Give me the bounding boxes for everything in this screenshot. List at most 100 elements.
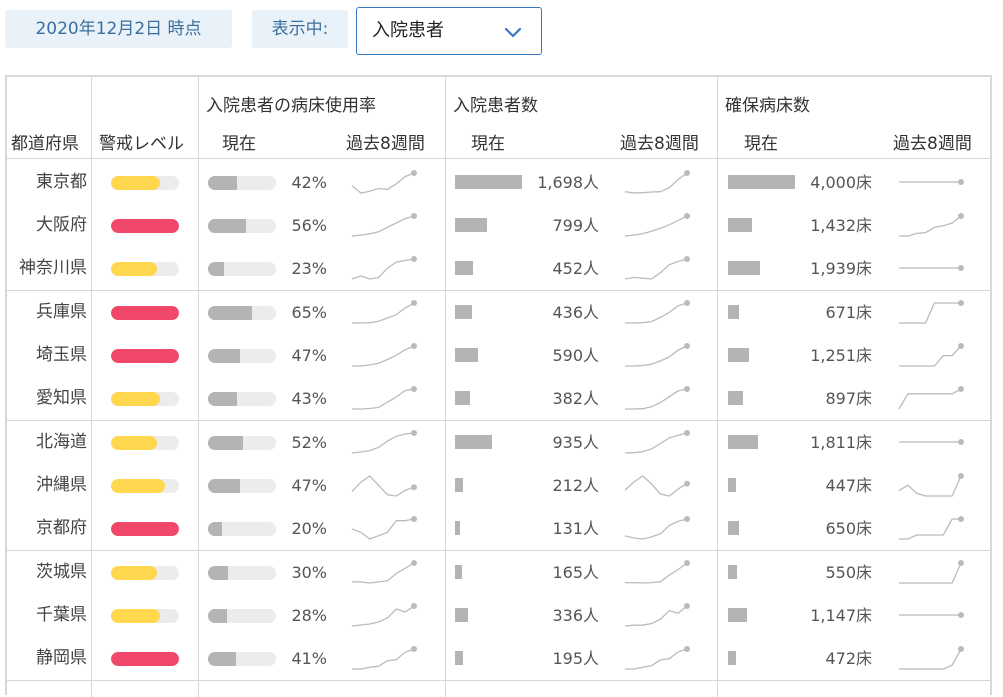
sparkline-endpoint [958,612,964,618]
patients-bar [455,175,522,189]
sparkline-path [899,562,962,584]
table-row[interactable]: 神奈川県 23% 452人 1,939床 [7,247,990,290]
beds-bar [728,261,761,275]
sparkline-endpoint [411,560,417,566]
bed-usage-value: 28% [291,606,327,625]
sparkline-endpoint [958,439,964,445]
bed-usage-bar [208,436,276,450]
sparkline-endpoint [684,646,690,652]
table-row[interactable]: 埼玉県 47% 590人 1,251床 [7,334,990,377]
sparkline-endpoint [411,516,417,522]
patients-bar [455,478,464,492]
col-header-patients-current[interactable]: 現在 [471,129,505,154]
usage-sparkline [351,516,417,540]
alert-level-indicator [111,436,179,450]
beds-sparkline [899,300,964,324]
bed-usage-fill [208,392,238,406]
alert-level-indicator [111,522,179,536]
col-group-beds: 確保病床数 [725,96,810,116]
col-header-usage-current[interactable]: 現在 [222,129,256,154]
sparkline-path [625,562,688,584]
prefecture-table: 都道府県 警戒レベル 入院患者の病床使用率 現在 過去8週間 入院患者数 現在 … [5,75,992,697]
prefecture-name: 兵庫県 [36,302,87,322]
sparkline-path [352,302,415,324]
sparkline-endpoint [411,646,417,652]
sparkline-endpoint [958,343,964,349]
beds-value: 897床 [825,389,872,408]
col-header-beds-past8[interactable]: 過去8週間 [893,129,972,154]
display-select[interactable]: 入院患者 [356,7,542,55]
sparkline-endpoint [684,343,690,349]
prefecture-name: 埼玉県 [36,345,87,365]
col-header-beds-current[interactable]: 現在 [744,129,778,154]
sparkline-path [351,475,415,497]
usage-sparkline [351,256,417,280]
alert-level-indicator [111,306,179,320]
sparkline-path [624,172,688,194]
table-row[interactable]: 京都府 20% 131人 650床 [7,507,990,550]
alert-level-fill [111,566,158,580]
sparkline-path [899,648,962,670]
prefecture-name: 愛知県 [36,388,87,408]
patients-sparkline [624,256,690,280]
table-row[interactable]: 千葉県 28% 336人 1,147床 [7,594,990,637]
sparkline-path [899,302,961,324]
usage-sparkline [351,603,417,627]
bed-usage-value: 41% [291,649,327,668]
beds-bar [728,305,740,319]
bed-usage-value: 47% [291,476,327,495]
bed-usage-fill [208,306,253,320]
usage-sparkline [351,213,417,237]
col-header-usage-past8[interactable]: 過去8週間 [346,129,425,154]
table-row[interactable]: 北海道 52% 935人 1,811床 [7,421,990,464]
sparkline-endpoint [684,480,690,487]
bed-usage-value: 23% [291,259,327,278]
bed-usage-value: 52% [291,433,327,452]
sparkline-endpoint [958,179,964,185]
table-row[interactable]: 東京都 42% 1,698人 4,000床 [7,161,990,204]
patients-bar [455,305,473,319]
col-header-patients-past8[interactable]: 過去8週間 [620,129,699,154]
alert-level-fill [111,436,158,450]
bed-usage-value: 56% [291,216,327,235]
usage-sparkline [352,560,417,584]
patients-value: 165人 [552,563,599,582]
patients-sparkline [624,430,690,454]
beds-sparkline [899,343,964,367]
sparkline-endpoint [411,256,417,262]
sparkline-path [624,475,688,497]
patients-sparkline [625,560,690,584]
sparkline-endpoint [958,213,964,219]
bed-usage-bar [208,219,276,233]
table-row[interactable]: 沖縄県 47% 212人 447床 [7,464,990,507]
sparkline-path [351,605,415,627]
table-row[interactable]: 静岡県 41% 195人 472床 [7,637,990,680]
patients-value: 336人 [552,606,599,625]
beds-bar [728,565,738,579]
patients-value: 436人 [552,303,599,322]
sparkline-endpoint [411,343,417,349]
sparkline-path [352,388,415,410]
bed-usage-fill [208,479,240,493]
bed-usage-fill [208,522,222,536]
prefecture-name: 神奈川県 [19,258,87,278]
bed-usage-bar [208,566,276,580]
patients-value: 1,698人 [537,173,599,192]
beds-value: 1,432床 [810,216,872,235]
table-row[interactable]: 愛知県 43% 382人 897床 [7,377,990,420]
display-label: 表示中: [252,10,348,48]
sparkline-path [899,345,962,367]
table-row[interactable]: 大阪府 56% 799人 1,432床 [7,204,990,247]
usage-sparkline [352,386,417,410]
sparkline-endpoint [411,484,417,491]
patients-bar [455,261,473,275]
beds-bar [728,218,752,232]
table-row[interactable]: 兵庫県 65% 436人 671床 [7,291,990,334]
col-header-level[interactable]: 警戒レベル [99,129,184,154]
bed-usage-fill [208,436,244,450]
patients-value: 590人 [552,346,599,365]
usage-sparkline [351,430,417,454]
alert-level-indicator [111,479,179,493]
col-header-prefecture[interactable]: 都道府県 [11,129,79,154]
table-row[interactable]: 茨城県 30% 165人 550床 [7,551,990,594]
